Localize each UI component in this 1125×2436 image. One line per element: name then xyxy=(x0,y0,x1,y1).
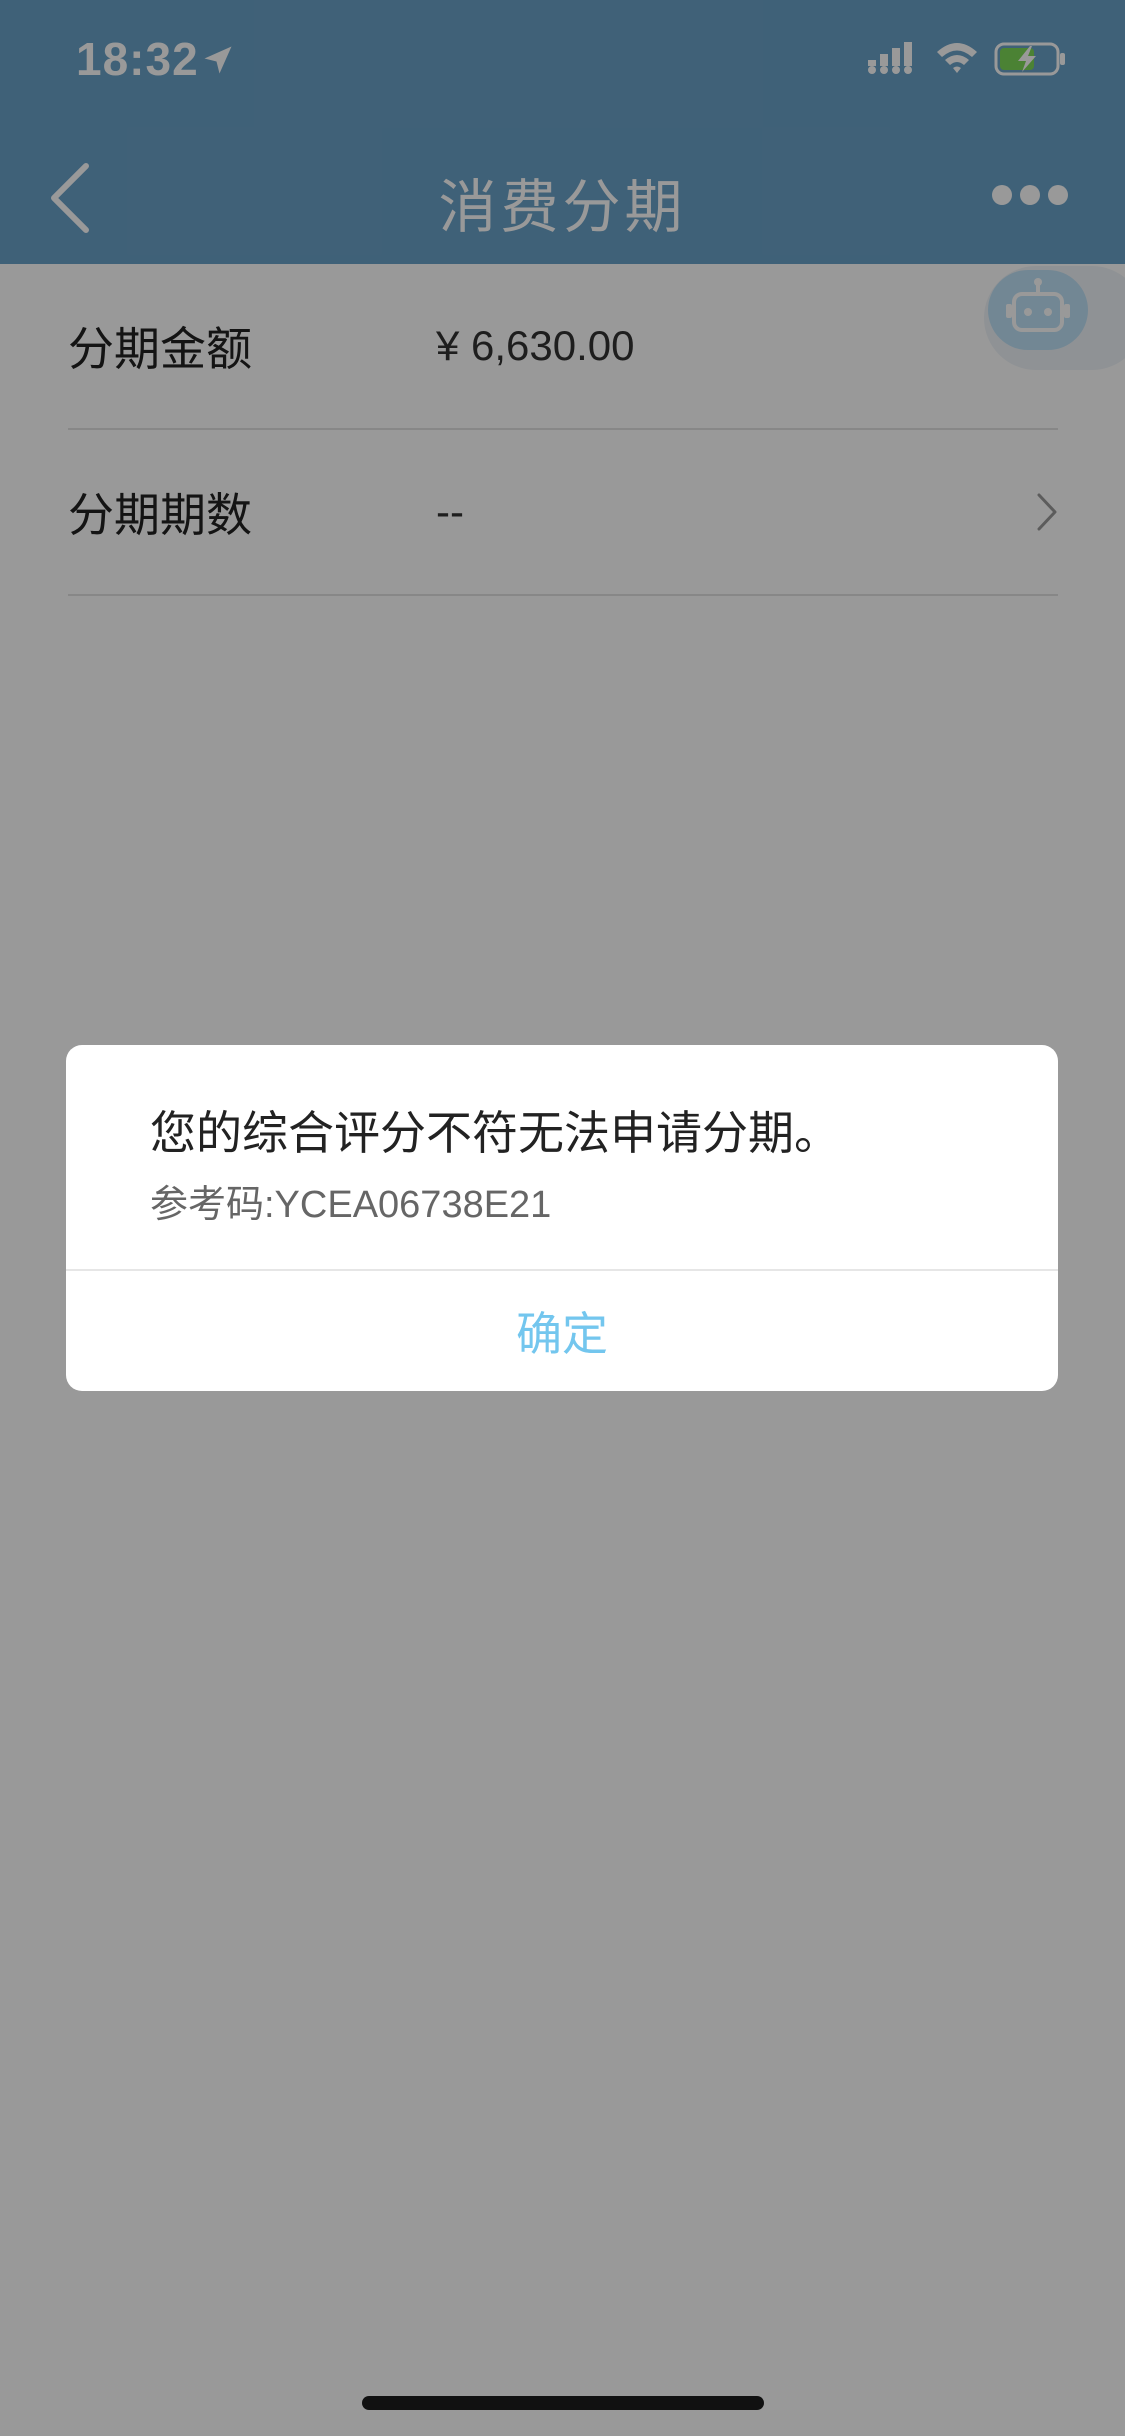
confirm-button[interactable]: 确定 xyxy=(66,1271,1058,1391)
dialog-message: 您的综合评分不符无法申请分期。 xyxy=(150,1106,840,1160)
dialog-reference-code: 参考码:YCEA06738E21 xyxy=(150,1184,552,1226)
home-indicator[interactable] xyxy=(362,2396,764,2410)
alert-dialog: 您的综合评分不符无法申请分期。 参考码:YCEA06738E21 确定 xyxy=(66,1045,1058,1391)
